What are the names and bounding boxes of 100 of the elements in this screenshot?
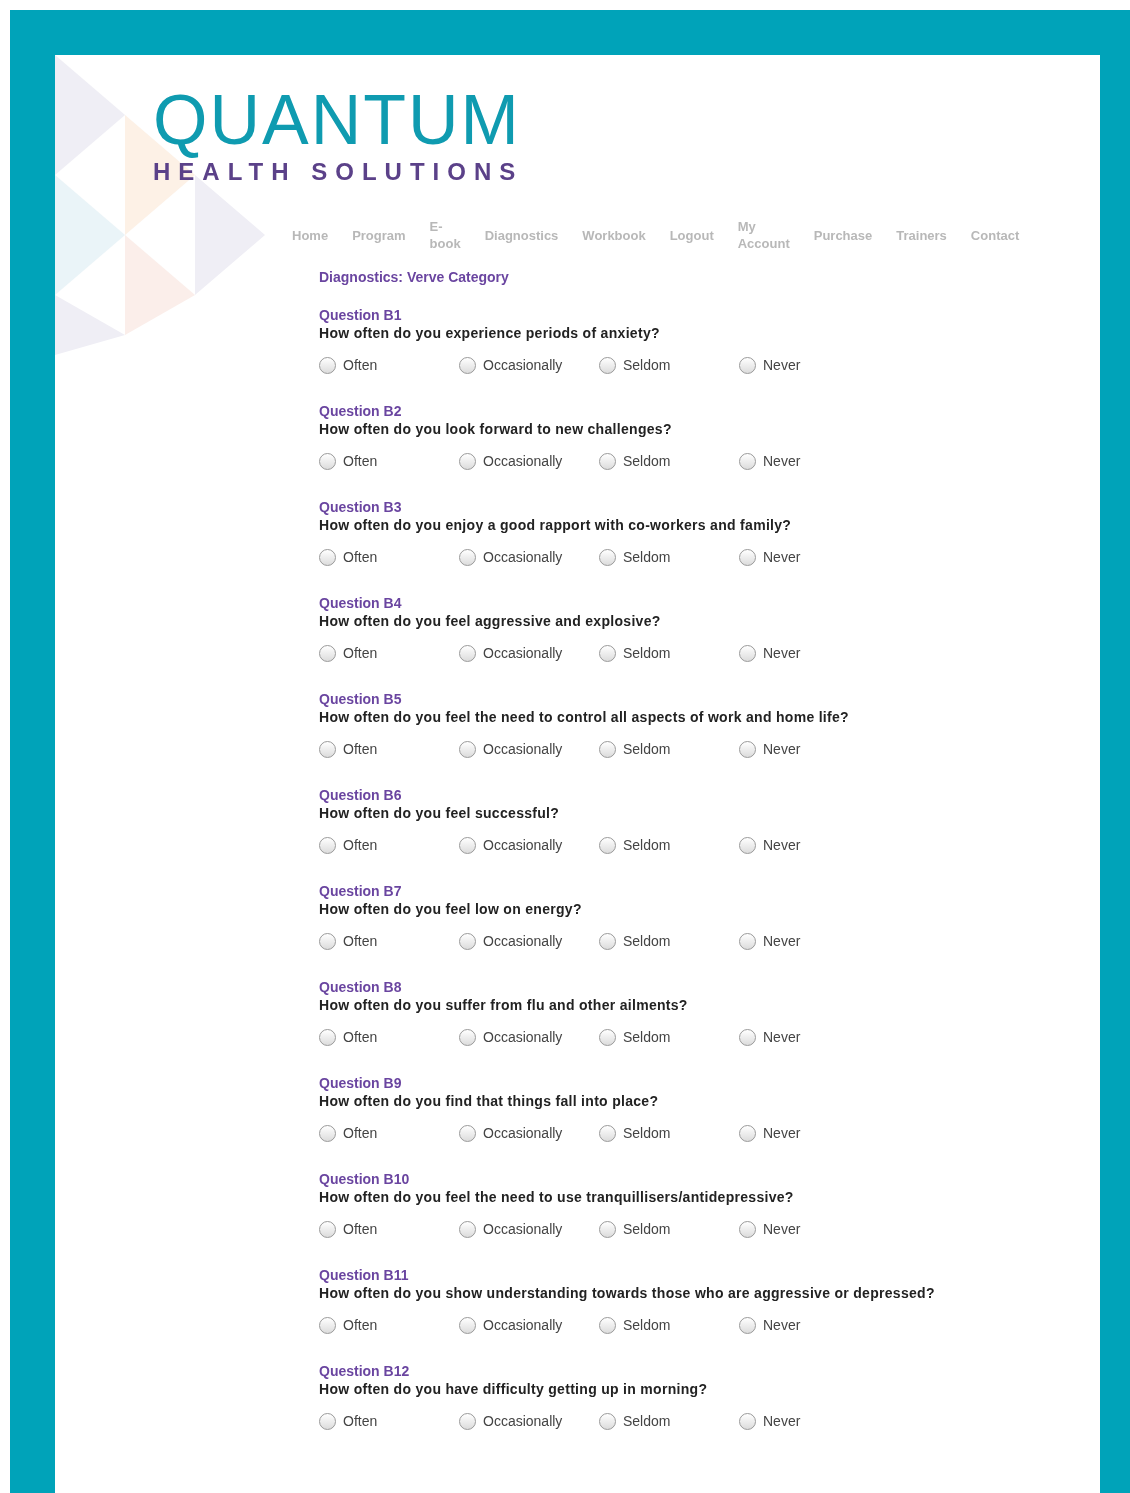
answer-option[interactable]: Seldom xyxy=(599,739,739,760)
answer-option[interactable]: Occasionally xyxy=(459,547,599,568)
answer-option[interactable]: Never xyxy=(739,1027,879,1048)
radio-button[interactable] xyxy=(319,1413,336,1430)
answer-option[interactable]: Often xyxy=(319,739,459,760)
answer-option[interactable]: Often xyxy=(319,1123,459,1144)
radio-button[interactable] xyxy=(739,549,756,566)
answer-option[interactable]: Occasionally xyxy=(459,931,599,952)
answer-option[interactable]: Seldom xyxy=(599,547,739,568)
radio-button[interactable] xyxy=(739,741,756,758)
radio-button[interactable] xyxy=(459,741,476,758)
radio-button[interactable] xyxy=(459,1413,476,1430)
answer-option[interactable]: Often xyxy=(319,1315,459,1336)
radio-button[interactable] xyxy=(459,933,476,950)
radio-button[interactable] xyxy=(739,1317,756,1334)
answer-option[interactable]: Occasionally xyxy=(459,355,599,376)
answer-option[interactable]: Often xyxy=(319,931,459,952)
answer-option[interactable]: Never xyxy=(739,931,879,952)
answer-option[interactable]: Never xyxy=(739,1123,879,1144)
radio-button[interactable] xyxy=(599,1029,616,1046)
radio-button[interactable] xyxy=(739,1221,756,1238)
radio-button[interactable] xyxy=(459,1125,476,1142)
radio-button[interactable] xyxy=(599,933,616,950)
radio-button[interactable] xyxy=(459,453,476,470)
answer-option[interactable]: Seldom xyxy=(599,835,739,856)
radio-button[interactable] xyxy=(599,1221,616,1238)
radio-button[interactable] xyxy=(319,453,336,470)
answer-option[interactable]: Never xyxy=(739,451,879,472)
radio-button[interactable] xyxy=(459,549,476,566)
answer-option[interactable]: Occasionally xyxy=(459,643,599,664)
answer-option[interactable]: Seldom xyxy=(599,1315,739,1336)
radio-button[interactable] xyxy=(599,549,616,566)
answer-option[interactable]: Never xyxy=(739,1411,879,1432)
radio-button[interactable] xyxy=(739,1125,756,1142)
answer-option[interactable]: Occasionally xyxy=(459,1123,599,1144)
answer-option[interactable]: Occasionally xyxy=(459,1315,599,1336)
radio-button[interactable] xyxy=(459,645,476,662)
answer-option[interactable]: Often xyxy=(319,451,459,472)
answer-option[interactable]: Never xyxy=(739,643,879,664)
answer-option[interactable]: Often xyxy=(319,643,459,664)
answer-option[interactable]: Often xyxy=(319,835,459,856)
answer-option[interactable]: Never xyxy=(739,355,879,376)
radio-button[interactable] xyxy=(599,741,616,758)
radio-button[interactable] xyxy=(319,1221,336,1238)
radio-button[interactable] xyxy=(459,1221,476,1238)
answer-option[interactable]: Seldom xyxy=(599,931,739,952)
answer-option[interactable]: Occasionally xyxy=(459,1411,599,1432)
answer-option[interactable]: Never xyxy=(739,1315,879,1336)
radio-button[interactable] xyxy=(319,933,336,950)
radio-button[interactable] xyxy=(599,837,616,854)
radio-button[interactable] xyxy=(319,837,336,854)
radio-button[interactable] xyxy=(319,645,336,662)
answer-option[interactable]: Seldom xyxy=(599,1411,739,1432)
answer-option[interactable]: Never xyxy=(739,1219,879,1240)
answer-option[interactable]: Occasionally xyxy=(459,1027,599,1048)
answer-option[interactable]: Seldom xyxy=(599,1123,739,1144)
answer-option[interactable]: Seldom xyxy=(599,1027,739,1048)
answer-option[interactable]: Often xyxy=(319,355,459,376)
answer-option[interactable]: Often xyxy=(319,1219,459,1240)
radio-button[interactable] xyxy=(739,1413,756,1430)
radio-button[interactable] xyxy=(739,453,756,470)
radio-button[interactable] xyxy=(319,741,336,758)
radio-button[interactable] xyxy=(459,1029,476,1046)
radio-button[interactable] xyxy=(599,1317,616,1334)
answer-option[interactable]: Seldom xyxy=(599,451,739,472)
radio-button[interactable] xyxy=(319,1317,336,1334)
answer-option[interactable]: Never xyxy=(739,547,879,568)
radio-button[interactable] xyxy=(459,1317,476,1334)
radio-button[interactable] xyxy=(599,645,616,662)
radio-button[interactable] xyxy=(739,933,756,950)
radio-button[interactable] xyxy=(319,357,336,374)
answer-option[interactable]: Often xyxy=(319,1411,459,1432)
radio-button[interactable] xyxy=(459,837,476,854)
answer-option[interactable]: Never xyxy=(739,835,879,856)
answer-option[interactable]: Seldom xyxy=(599,1219,739,1240)
radio-button[interactable] xyxy=(599,453,616,470)
radio-button[interactable] xyxy=(319,1125,336,1142)
answer-option[interactable]: Often xyxy=(319,547,459,568)
answer-option[interactable]: Occasionally xyxy=(459,1219,599,1240)
question-number: Question B4 xyxy=(319,594,403,612)
radio-button[interactable] xyxy=(599,357,616,374)
radio-button[interactable] xyxy=(739,357,756,374)
radio-button[interactable] xyxy=(319,549,336,566)
answer-option[interactable]: Occasionally xyxy=(459,835,599,856)
answer-option[interactable]: Never xyxy=(739,739,879,760)
question-number: Question B2 xyxy=(319,402,403,420)
answer-option[interactable]: Occasionally xyxy=(459,451,599,472)
answer-option[interactable]: Seldom xyxy=(599,643,739,664)
question-text: How often do you feel low on energy? xyxy=(319,900,583,918)
radio-button[interactable] xyxy=(599,1125,616,1142)
radio-button[interactable] xyxy=(599,1413,616,1430)
radio-button[interactable] xyxy=(459,357,476,374)
question-text: How often do you find that things fall into place? xyxy=(319,1092,660,1110)
radio-button[interactable] xyxy=(739,837,756,854)
answer-option[interactable]: Seldom xyxy=(599,355,739,376)
radio-button[interactable] xyxy=(739,645,756,662)
radio-button[interactable] xyxy=(319,1029,336,1046)
answer-option[interactable]: Occasionally xyxy=(459,739,599,760)
radio-button[interactable] xyxy=(739,1029,756,1046)
answer-option[interactable]: Often xyxy=(319,1027,459,1048)
